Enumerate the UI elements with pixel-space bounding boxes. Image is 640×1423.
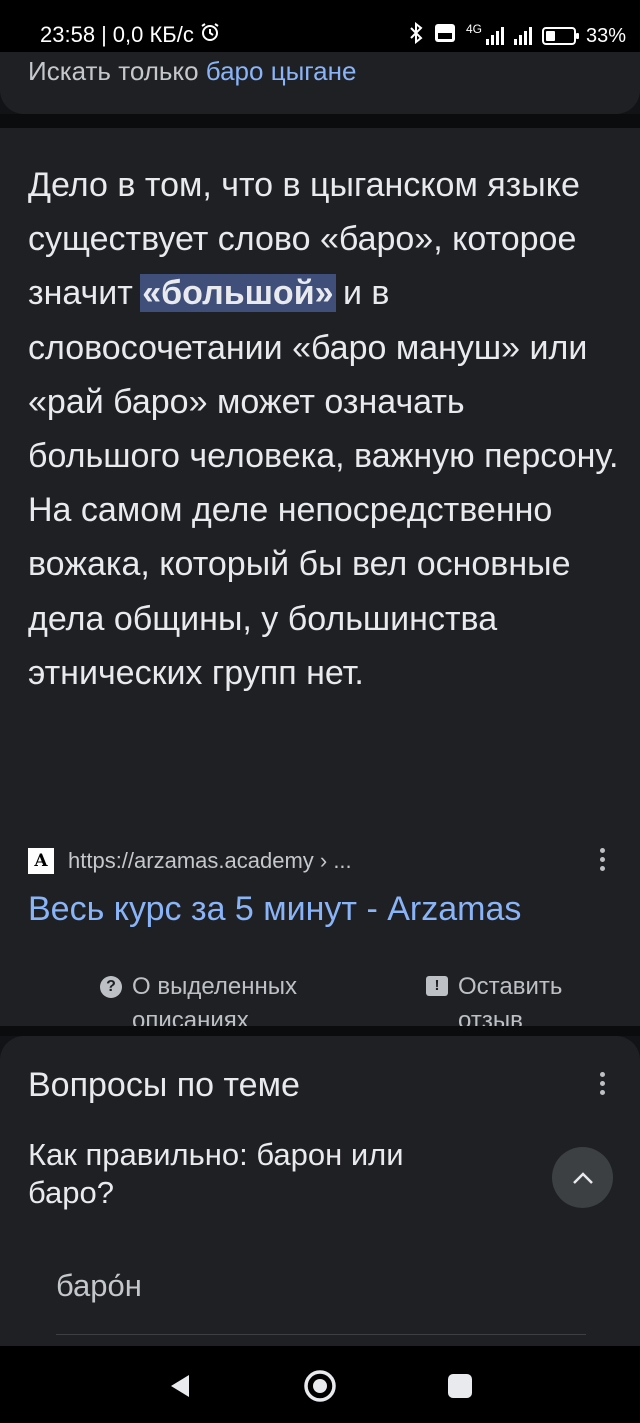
signal-icon: [485, 27, 504, 45]
home-button[interactable]: [300, 1366, 340, 1406]
back-button[interactable]: [160, 1366, 200, 1406]
recents-icon: [448, 1374, 472, 1398]
collapse-button[interactable]: [552, 1147, 613, 1208]
source-row[interactable]: A https://arzamas.academy › ...: [28, 846, 612, 876]
help-icon: ?: [100, 976, 122, 998]
related-questions-heading: Вопросы по теме: [28, 1066, 300, 1104]
home-icon: [304, 1370, 336, 1402]
divider-2: [0, 1026, 640, 1036]
snippet-highlight: «большой»: [140, 274, 336, 313]
featured-snippet-text: Дело в том, что в цыганском языке сущест…: [28, 166, 619, 692]
navigation-bar: [0, 1346, 640, 1423]
search-only-link[interactable]: баро цыгане: [206, 56, 357, 86]
battery-percent: 33%: [585, 24, 626, 47]
divider: [0, 114, 640, 128]
feedback-icon: !: [426, 976, 448, 996]
recents-button[interactable]: [440, 1366, 480, 1406]
source-url[interactable]: https://arzamas.academy › ...: [68, 848, 352, 874]
more-options-icon[interactable]: [592, 848, 612, 871]
network-type: 4G: [465, 22, 482, 36]
status-speed: 0,0 КБ/с: [112, 22, 194, 47]
related-more-options-icon[interactable]: [592, 1072, 612, 1095]
volte-icon: [434, 23, 456, 49]
signal-icon-2: [513, 27, 532, 45]
alarm-icon: [200, 22, 220, 48]
battery-icon: [541, 27, 579, 45]
leave-feedback-button[interactable]: ! Оставить отзыв: [426, 970, 608, 1026]
feedback-row: ? О выделенных описаниях ! Оставить отзы…: [0, 970, 640, 1026]
about-snippets-button[interactable]: ? О выделенных описаниях: [100, 970, 322, 1026]
chevron-up-icon: [572, 1171, 593, 1184]
related-answer: баро́н: [56, 1268, 142, 1303]
search-only-prefix: Искать только: [28, 56, 199, 86]
search-only-card: Искать только баро цыгане: [0, 52, 640, 114]
back-icon: [171, 1375, 189, 1397]
related-question[interactable]: Как правильно: барон или баро?: [28, 1136, 498, 1212]
status-time: 23:58: [40, 22, 96, 47]
bluetooth-icon: [408, 21, 424, 50]
answer-divider: [56, 1334, 586, 1335]
site-logo: A: [28, 848, 54, 874]
result-title-link[interactable]: Весь курс за 5 минут - Arzamas: [28, 890, 521, 929]
